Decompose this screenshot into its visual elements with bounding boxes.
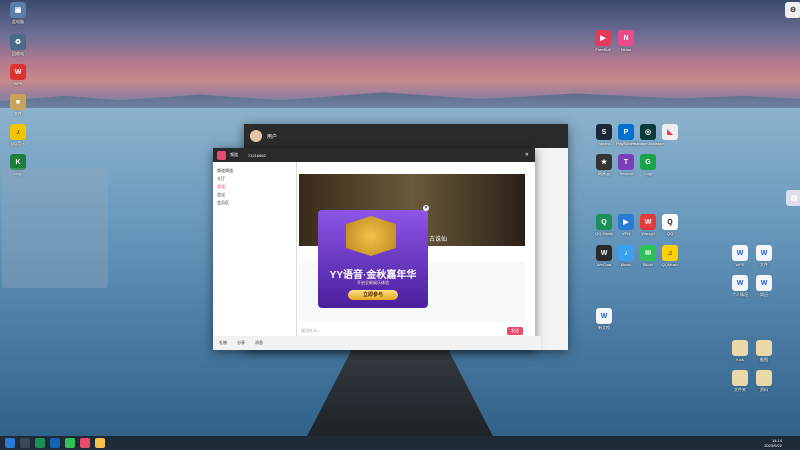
desktop-icon[interactable]: W WPS bbox=[0, 64, 36, 86]
ad-subtitle: 开启全新娱乐体验 bbox=[357, 280, 389, 285]
folder-icon bbox=[756, 340, 772, 356]
wps-icon: W bbox=[10, 64, 26, 80]
desktop-icon[interactable]: 资料 bbox=[746, 370, 782, 392]
screenshot-icon: ▤ bbox=[786, 190, 800, 206]
clock[interactable]: 14:14 2023/9/22 bbox=[764, 438, 782, 448]
logi-icon: G bbox=[640, 154, 656, 170]
document-icon: W bbox=[756, 245, 772, 261]
desktop-icon[interactable]: W 新文档 bbox=[586, 308, 622, 330]
pc-icon: ▣ bbox=[10, 2, 26, 18]
share-button[interactable]: 分享 bbox=[237, 340, 245, 346]
browser-icon[interactable] bbox=[35, 438, 45, 448]
nidaa-icon: N bbox=[618, 30, 634, 46]
ad-join-button[interactable]: 立即参与 bbox=[348, 290, 398, 300]
desktop-icon[interactable]: ♫ QQMusic bbox=[652, 245, 688, 267]
phantom-icon: ◎ bbox=[640, 124, 656, 140]
room-id: 71216662 bbox=[248, 152, 266, 158]
tree-item[interactable]: 会议 bbox=[217, 192, 292, 198]
start-button[interactable] bbox=[5, 438, 15, 448]
qqmusic-icon: ♪ bbox=[10, 124, 26, 140]
tree-item[interactable]: 大厅 bbox=[217, 176, 292, 182]
channel-name: 频道 bbox=[230, 152, 238, 157]
window-title: 用户 bbox=[267, 133, 278, 140]
mountain-silhouette bbox=[0, 92, 800, 110]
channel-tree: 频道频道 大厅 频道 会议 会员区 bbox=[213, 162, 297, 336]
folder-taskbar-icon[interactable] bbox=[95, 438, 105, 448]
document-icon: W bbox=[756, 275, 772, 291]
trophy-badge-icon bbox=[346, 216, 396, 256]
ad-close-icon[interactable]: ✕ bbox=[423, 205, 429, 211]
desktop-icon[interactable]: ♪ QQ音乐 bbox=[0, 124, 36, 146]
taskbar: 14:14 2023/9/22 bbox=[0, 436, 800, 450]
desktop-icon[interactable]: ▣ 此电脑 bbox=[0, 2, 36, 24]
game-title: 古诛仙 bbox=[429, 237, 448, 243]
desktop-icon[interactable]: W 文件 bbox=[746, 245, 782, 267]
desktop-icon[interactable]: ■ 文件 bbox=[0, 94, 36, 116]
app-logo-icon bbox=[217, 150, 226, 160]
left-panel bbox=[2, 168, 108, 288]
edge-icon[interactable] bbox=[50, 438, 60, 448]
yy-taskbar-icon[interactable] bbox=[80, 438, 90, 448]
chat-titlebar: 频道 71216662 ✕ bbox=[213, 148, 535, 162]
qqmusic-icon: ♫ bbox=[662, 245, 678, 261]
desktop-icon[interactable]: W 简历 bbox=[746, 275, 782, 297]
avatar bbox=[250, 130, 262, 142]
desktop-icon[interactable]: ♻ 回收站 bbox=[0, 34, 36, 56]
window-titlebar: 用户 bbox=[244, 124, 568, 148]
tree-item[interactable]: 频道频道 bbox=[217, 168, 292, 174]
close-icon[interactable]: ✕ bbox=[525, 152, 529, 158]
tree-item[interactable]: 会员区 bbox=[217, 200, 292, 206]
folder-icon bbox=[756, 370, 772, 386]
message-button[interactable]: 消息 bbox=[255, 340, 263, 346]
qq-icon: Q bbox=[662, 214, 678, 230]
desktop-icon[interactable]: ⚙ bbox=[775, 2, 800, 19]
recycle-bin-icon: ♻ bbox=[10, 34, 26, 50]
search-icon[interactable] bbox=[20, 438, 30, 448]
chat-input[interactable]: 说点什么... bbox=[301, 328, 320, 334]
desktop-icon[interactable]: G Logi bbox=[630, 154, 666, 176]
ad-title: YY语音·金秋嘉年华 bbox=[329, 270, 417, 281]
gift-button[interactable]: 礼物 bbox=[219, 340, 227, 346]
chat-bottom-bar: 礼物 分享 消息 bbox=[213, 336, 541, 350]
desktop-icon[interactable]: N Nidaa bbox=[608, 30, 644, 52]
send-button[interactable]: 发送 bbox=[507, 327, 523, 335]
desktop-icon[interactable]: 截图 bbox=[746, 340, 782, 362]
settings-icon: ⚙ bbox=[785, 2, 800, 18]
document-icon: W bbox=[596, 308, 612, 324]
file-icon: ■ bbox=[10, 94, 26, 110]
tree-item[interactable]: 频道 bbox=[217, 184, 292, 190]
desktop-icon[interactable]: Q QQ bbox=[652, 214, 688, 236]
ad-popup[interactable]: YY语音·金秋嘉年华 开启全新娱乐体验 立即参与 bbox=[318, 210, 428, 308]
desktop-icon[interactable]: ▤ bbox=[776, 190, 800, 207]
wechat-taskbar-icon[interactable] bbox=[65, 438, 75, 448]
desktop-icon[interactable]: ◎ Phantom Assistant bbox=[630, 124, 666, 146]
